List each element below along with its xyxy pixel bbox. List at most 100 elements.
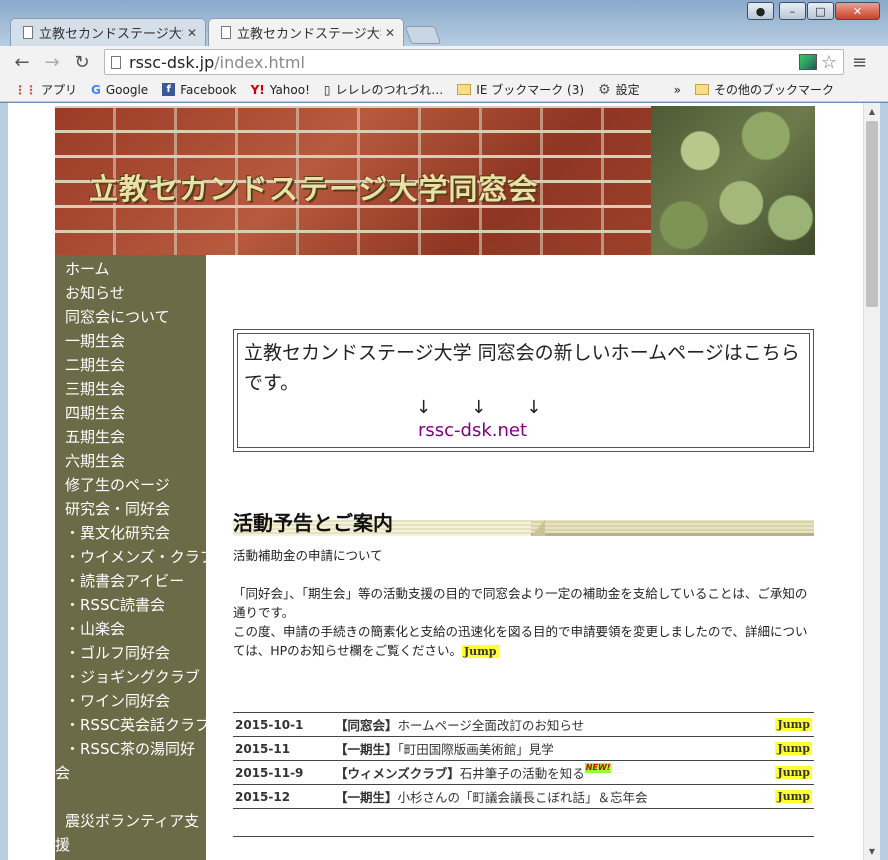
news-row: 2015-10-1 【同窓会】ホームページ全面改訂のお知らせ Jump	[233, 713, 814, 737]
sidebar-item-volunteer[interactable]: 震災ボランティア支援	[55, 809, 206, 857]
subsidy-paragraph-2: この度、申請の手続きの簡素化と支給の迅速化を図る目的で申請要領を変更しましたので…	[233, 624, 808, 658]
site-banner: 立教セカンドステージ大学同窓会	[55, 106, 815, 255]
sidebar-item-home[interactable]: ホーム	[55, 257, 206, 281]
jump-button[interactable]: Jump	[775, 718, 812, 731]
url-path: /index.html	[214, 52, 305, 72]
tab-close-icon[interactable]: ✕	[385, 26, 395, 40]
bookmark-label: その他のブックマーク	[713, 83, 834, 97]
sidebar-item-clubs[interactable]: 研究会・同好会	[55, 497, 206, 521]
news-title: 【一期生】「町田国際版画美術館」見学	[335, 742, 554, 757]
subsidy-heading: 活動補助金の申請について	[233, 548, 383, 563]
tab-close-icon[interactable]: ✕	[187, 26, 197, 40]
address-bar[interactable]: rssc-dsk.jp /index.html ☆	[104, 49, 844, 75]
sidebar-item-english[interactable]: ・RSSC英会話クラブ	[55, 713, 210, 737]
bookmark-label: IE ブックマーク (3)	[476, 83, 585, 97]
section-title: 活動予告とご案内	[233, 511, 393, 535]
sidebar-item-womens-club[interactable]: ・ウイメンズ・クラブ	[55, 545, 215, 569]
bookmark-label: Facebook	[180, 82, 237, 97]
maximize-button[interactable]: □	[807, 2, 834, 20]
jump-button[interactable]: Jump	[775, 766, 812, 779]
sidebar-item-tea[interactable]: ・RSSC茶の湯同好会	[55, 737, 206, 785]
section-body: 活動補助金の申請について 「同好会」、「期生会」等の活動支援の目的で同窓会より一…	[233, 546, 818, 660]
tab-title: 立教セカンドステージ大学	[39, 27, 183, 42]
sidebar-item-class2[interactable]: 二期生会	[55, 353, 206, 377]
sidebar-item-sanrakukai[interactable]: ・山楽会	[55, 617, 206, 641]
news-title: 【ウィメンズクラブ】石井筆子の活動を知るNEW!	[335, 763, 612, 781]
news-row: 2015-11 【一期生】「町田国際版画美術館」見学 Jump	[233, 737, 814, 761]
page-viewport: 立教セカンドステージ大学同窓会 ホーム お知らせ 同窓会について 一期生会 二期…	[8, 103, 863, 860]
bookmarks-more-button[interactable]: »	[674, 83, 681, 97]
vertical-scrollbar[interactable]: ▲ ▼	[863, 103, 880, 860]
apps-icon: ⋮⋮	[14, 82, 37, 97]
news-date: 2015-11-9	[235, 765, 304, 780]
bookmark-blog[interactable]: ▯ レレレのつれづれ…	[324, 81, 443, 98]
bookmark-facebook[interactable]: f Facebook	[162, 82, 237, 97]
bookmark-label: Yahoo!	[269, 82, 310, 97]
page-icon	[221, 26, 231, 39]
gear-icon: ⚙	[598, 81, 611, 98]
sidebar-item-class5[interactable]: 五期生会	[55, 425, 206, 449]
bookmark-ie-folder[interactable]: IE ブックマーク (3)	[457, 81, 584, 98]
folder-icon	[694, 84, 709, 95]
sidebar-item-class3[interactable]: 三期生会	[55, 377, 206, 401]
sidebar-item-news[interactable]: お知らせ	[55, 281, 206, 305]
sidebar-item-wine[interactable]: ・ワイン同好会	[55, 689, 206, 713]
new-site-link[interactable]: rssc-dsk.net	[418, 420, 803, 441]
extension-icon[interactable]	[798, 54, 817, 70]
sidebar-item-rssc-reading[interactable]: ・RSSC読書会	[55, 593, 206, 617]
down-arrow-icon: ↓	[471, 397, 487, 418]
tab-2[interactable]: 立教セカンドステージ大学 ✕	[208, 18, 404, 46]
scroll-up-icon[interactable]: ▲	[864, 103, 880, 120]
tab-1[interactable]: 立教セカンドステージ大学 ✕	[10, 18, 206, 46]
sidebar-item-class1[interactable]: 一期生会	[55, 329, 206, 353]
sidebar-item-about[interactable]: 同窓会について	[55, 305, 206, 329]
news-date: 2015-10-1	[235, 717, 304, 732]
sidebar-item-golf[interactable]: ・ゴルフ同好会	[55, 641, 206, 665]
window-frame	[880, 103, 888, 860]
bookmark-other-folder[interactable]: その他のブックマーク	[694, 81, 834, 98]
close-button[interactable]: ✕	[835, 2, 880, 20]
menu-icon[interactable]: ≡	[852, 52, 867, 73]
forward-icon[interactable]: →	[40, 50, 64, 74]
reload-icon[interactable]: ↻	[70, 50, 94, 74]
bookmark-star-icon[interactable]: ☆	[821, 52, 837, 73]
bookmark-yahoo[interactable]: Y! Yahoo!	[251, 83, 310, 97]
new-tab-button[interactable]	[404, 26, 442, 44]
page-icon	[23, 26, 33, 39]
minimize-button[interactable]: –	[779, 2, 806, 20]
scroll-down-icon[interactable]: ▼	[864, 843, 880, 860]
browser-toolbar: ← → ↻ rssc-dsk.jp /index.html ☆ ≡	[0, 46, 888, 78]
jump-button[interactable]: Jump	[775, 742, 812, 755]
news-title: 【同窓会】ホームページ全面改訂のお知らせ	[335, 718, 585, 733]
user-icon[interactable]: ●	[747, 2, 774, 20]
bookmark-label: Google	[105, 82, 149, 97]
bookmark-settings[interactable]: ⚙ 設定	[598, 81, 640, 98]
folder-icon	[457, 84, 472, 95]
arrow-icons: ↓ ↓ ↓	[416, 398, 803, 418]
sidebar-item-graduates[interactable]: 修了生のページ	[55, 473, 206, 497]
news-row: 2015-11-9 【ウィメンズクラブ】石井筆子の活動を知るNEW! Jump	[233, 761, 814, 785]
new-site-notice: 立教セカンドステージ大学 同窓会の新しいホームページはこちらです。 ↓ ↓ ↓ …	[233, 329, 814, 452]
page-icon: ▯	[323, 82, 331, 97]
sidebar-item-intercultural[interactable]: ・異文化研究会	[55, 521, 206, 545]
scroll-thumb[interactable]	[866, 121, 878, 307]
sidebar-item-jogging[interactable]: ・ジョギングクラブ	[55, 665, 206, 689]
bookmark-google[interactable]: G Google	[91, 83, 148, 97]
sidebar-item-class6[interactable]: 六期生会	[55, 449, 206, 473]
jump-button[interactable]: Jump	[775, 790, 812, 803]
bookmark-apps[interactable]: ⋮⋮ アプリ	[14, 81, 77, 98]
bookmark-label: 設定	[615, 83, 640, 97]
news-date: 2015-12	[235, 789, 291, 804]
window-frame	[0, 103, 8, 860]
jump-button[interactable]: Jump	[461, 645, 499, 658]
sidebar-item-class4[interactable]: 四期生会	[55, 401, 206, 425]
down-arrow-icon: ↓	[416, 397, 432, 418]
sidebar-item-reading-ivy[interactable]: ・読書会アイビー	[55, 569, 206, 593]
news-list: 2015-10-1 【同窓会】ホームページ全面改訂のお知らせ Jump 2015…	[233, 712, 814, 809]
bookmark-label: アプリ	[41, 83, 78, 97]
bookmarks-bar: ⋮⋮ アプリ G Google f Facebook Y! Yahoo! ▯ レレレのつれ…	[0, 78, 888, 102]
site-title: 立教セカンドステージ大学同窓会	[89, 172, 539, 206]
news-row: 2015-12 【一期生】小杉さんの「町議会議長こぼれ話」＆忘年会 Jump	[233, 785, 814, 809]
back-icon[interactable]: ←	[10, 50, 34, 74]
section-heading: 活動予告とご案内	[233, 510, 814, 536]
